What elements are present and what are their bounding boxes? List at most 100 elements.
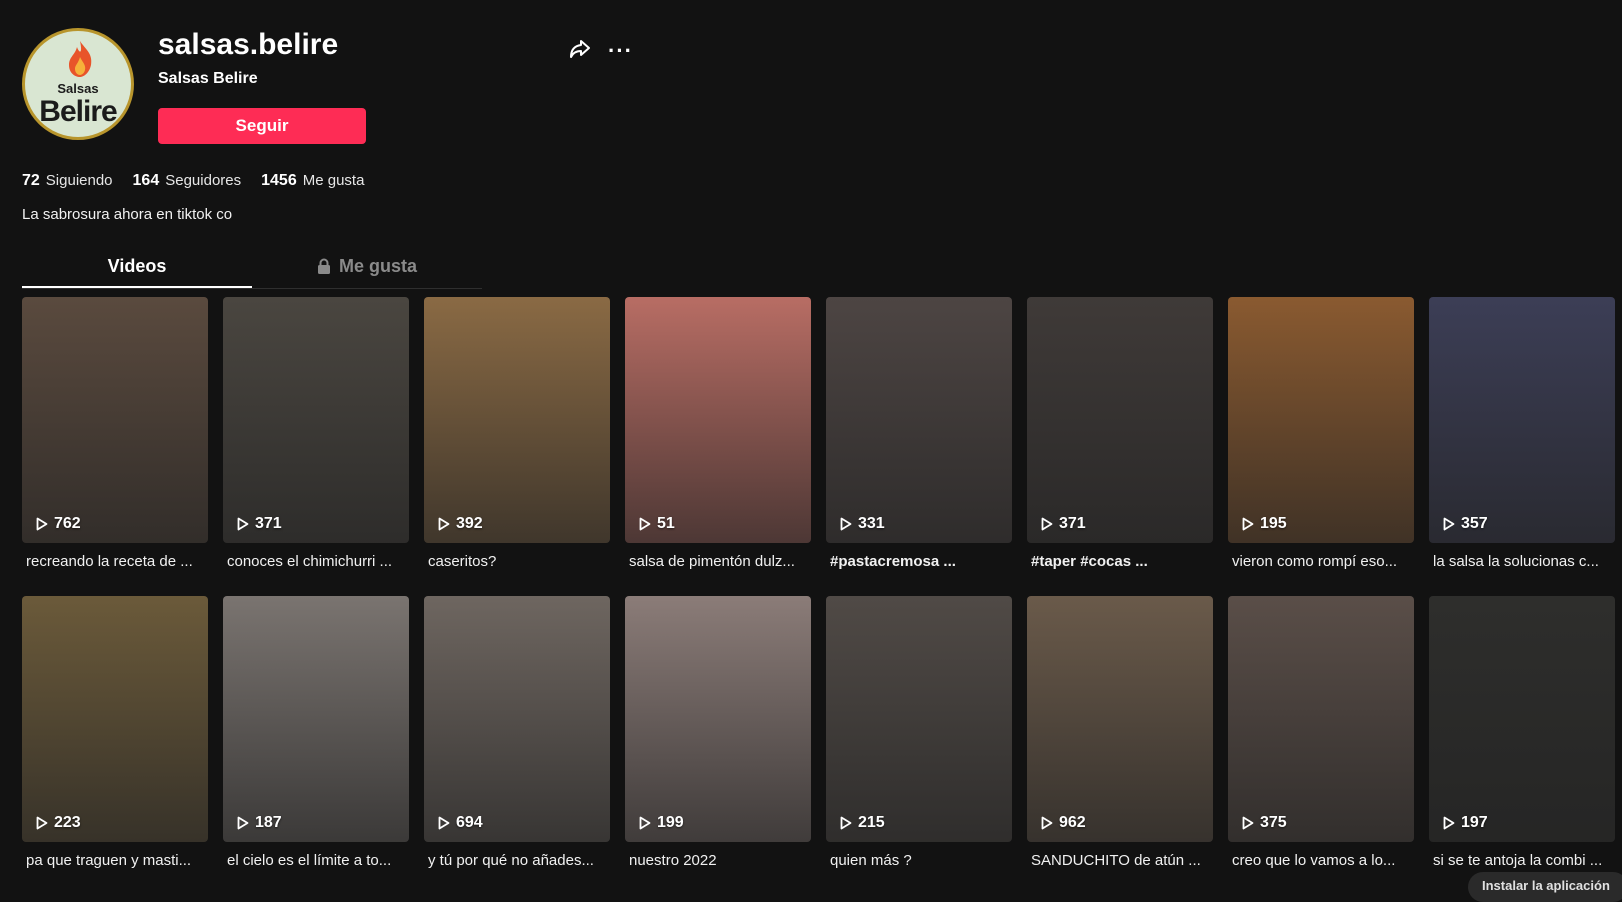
video-caption[interactable]: la salsa la solucionas c... — [1429, 553, 1615, 570]
view-count: 187 — [237, 814, 282, 832]
video-caption[interactable]: #taper #cocas ... — [1027, 553, 1213, 570]
video-thumbnail[interactable]: 51 — [625, 297, 811, 543]
tab-label: Videos — [107, 256, 167, 276]
video-caption[interactable]: creo que lo vamos a lo... — [1228, 852, 1414, 869]
play-icon — [36, 816, 48, 830]
video-caption[interactable]: recreando la receta de ... — [22, 553, 208, 570]
view-count-value: 392 — [456, 515, 483, 532]
video-caption[interactable]: SANDUCHITO de atún ... — [1027, 852, 1213, 869]
tab-videos[interactable]: Videos — [22, 256, 252, 277]
video-caption[interactable]: conoces el chimichurri ... — [223, 553, 409, 570]
view-count: 962 — [1041, 814, 1086, 832]
view-count-value: 197 — [1461, 814, 1488, 831]
video-card[interactable]: 199 nuestro 2022 — [625, 596, 811, 869]
video-card[interactable]: 962 SANDUCHITO de atún ... — [1027, 596, 1213, 869]
video-thumbnail[interactable]: 199 — [625, 596, 811, 842]
video-caption[interactable]: caseritos? — [424, 553, 610, 570]
play-icon — [639, 816, 651, 830]
video-caption[interactable]: salsa de pimentón dulz... — [625, 553, 811, 570]
view-count-value: 371 — [1059, 515, 1086, 532]
play-icon — [36, 517, 48, 531]
profile-stats: 72 Siguiendo 164 Seguidores 1456 Me gusta — [22, 172, 364, 190]
flame-icon — [69, 41, 92, 77]
follow-button[interactable]: Seguir — [158, 108, 366, 144]
video-thumbnail[interactable]: 962 — [1027, 596, 1213, 842]
video-caption[interactable]: vieron como rompí eso... — [1228, 553, 1414, 570]
video-thumbnail[interactable]: 215 — [826, 596, 1012, 842]
video-thumbnail[interactable]: 762 — [22, 297, 208, 543]
view-count: 223 — [36, 814, 81, 832]
video-card[interactable]: 195 vieron como rompí eso... — [1228, 297, 1414, 570]
avatar-brand-bottom: Belire — [39, 95, 117, 128]
video-card[interactable]: 223 pa que traguen y masti... — [22, 596, 208, 869]
profile-username: salsas.belire — [158, 28, 339, 61]
video-caption[interactable]: quien más ? — [826, 852, 1012, 869]
lock-icon — [317, 258, 330, 274]
video-thumbnail[interactable]: 223 — [22, 596, 208, 842]
play-icon — [1242, 816, 1254, 830]
view-count: 762 — [36, 515, 81, 533]
video-thumbnail[interactable]: 392 — [424, 297, 610, 543]
video-caption[interactable]: #pastacremosa ... — [826, 553, 1012, 570]
view-count-value: 51 — [657, 515, 675, 532]
video-thumbnail[interactable]: 187 — [223, 596, 409, 842]
view-count: 195 — [1242, 515, 1287, 533]
video-card[interactable]: 375 creo que lo vamos a lo... — [1228, 596, 1414, 869]
tab-liked[interactable]: Me gusta — [252, 256, 482, 277]
video-card[interactable]: 331 #pastacremosa ... — [826, 297, 1012, 570]
install-app-button[interactable]: Instalar la aplicación — [1468, 872, 1622, 902]
view-count: 357 — [1443, 515, 1488, 533]
video-caption[interactable]: el cielo es el límite a to... — [223, 852, 409, 869]
stat-label: Seguidores — [165, 172, 242, 189]
stat-likes: 1456 Me gusta — [261, 172, 364, 190]
view-count-value: 215 — [858, 814, 885, 831]
share-icon[interactable] — [568, 37, 592, 61]
play-icon — [438, 816, 450, 830]
video-card[interactable]: 371 conoces el chimichurri ... — [223, 297, 409, 570]
stat-label: Siguiendo — [45, 172, 113, 189]
play-icon — [237, 816, 249, 830]
play-icon — [1242, 517, 1254, 531]
video-card[interactable]: 197 si se te antoja la combi ... — [1429, 596, 1615, 869]
video-thumbnail[interactable]: 375 — [1228, 596, 1414, 842]
play-icon — [840, 816, 852, 830]
video-card[interactable]: 51 salsa de pimentón dulz... — [625, 297, 811, 570]
view-count-value: 371 — [255, 515, 282, 532]
profile-avatar[interactable]: Salsas Belire — [22, 28, 134, 140]
video-card[interactable]: 392 caseritos? — [424, 297, 610, 570]
play-icon — [1443, 816, 1455, 830]
video-thumbnail[interactable]: 197 — [1429, 596, 1615, 842]
avatar-brand-top: Salsas — [57, 81, 99, 96]
stat-value: 164 — [132, 172, 160, 189]
video-card[interactable]: 762 recreando la receta de ... — [22, 297, 208, 570]
stat-following[interactable]: 72 Siguiendo — [22, 172, 113, 190]
video-thumbnail[interactable]: 331 — [826, 297, 1012, 543]
view-count: 371 — [237, 515, 282, 533]
video-thumbnail[interactable]: 195 — [1228, 297, 1414, 543]
video-card[interactable]: 694 y tú por qué no añades... — [424, 596, 610, 869]
video-thumbnail[interactable]: 371 — [223, 297, 409, 543]
view-count: 371 — [1041, 515, 1086, 533]
play-icon — [1041, 816, 1053, 830]
video-card[interactable]: 371 #taper #cocas ... — [1027, 297, 1213, 570]
view-count-value: 375 — [1260, 814, 1287, 831]
video-caption[interactable]: nuestro 2022 — [625, 852, 811, 869]
video-thumbnail[interactable]: 357 — [1429, 297, 1615, 543]
video-thumbnail[interactable]: 694 — [424, 596, 610, 842]
play-icon — [237, 517, 249, 531]
stat-value: 72 — [22, 172, 40, 189]
video-caption[interactable]: y tú por qué no añades... — [424, 852, 610, 869]
play-icon — [438, 517, 450, 531]
play-icon — [1443, 517, 1455, 531]
video-card[interactable]: 215 quien más ? — [826, 596, 1012, 869]
more-options-icon[interactable]: ··· — [608, 38, 633, 64]
view-count-value: 331 — [858, 515, 885, 532]
view-count-value: 357 — [1461, 515, 1488, 532]
stat-followers[interactable]: 164 Seguidores — [133, 172, 242, 190]
video-caption[interactable]: pa que traguen y masti... — [22, 852, 208, 869]
video-card[interactable]: 187 el cielo es el límite a to... — [223, 596, 409, 869]
video-caption[interactable]: si se te antoja la combi ... — [1429, 852, 1615, 869]
video-thumbnail[interactable]: 371 — [1027, 297, 1213, 543]
tab-active-indicator — [22, 286, 252, 288]
video-card[interactable]: 357 la salsa la solucionas c... — [1429, 297, 1615, 570]
